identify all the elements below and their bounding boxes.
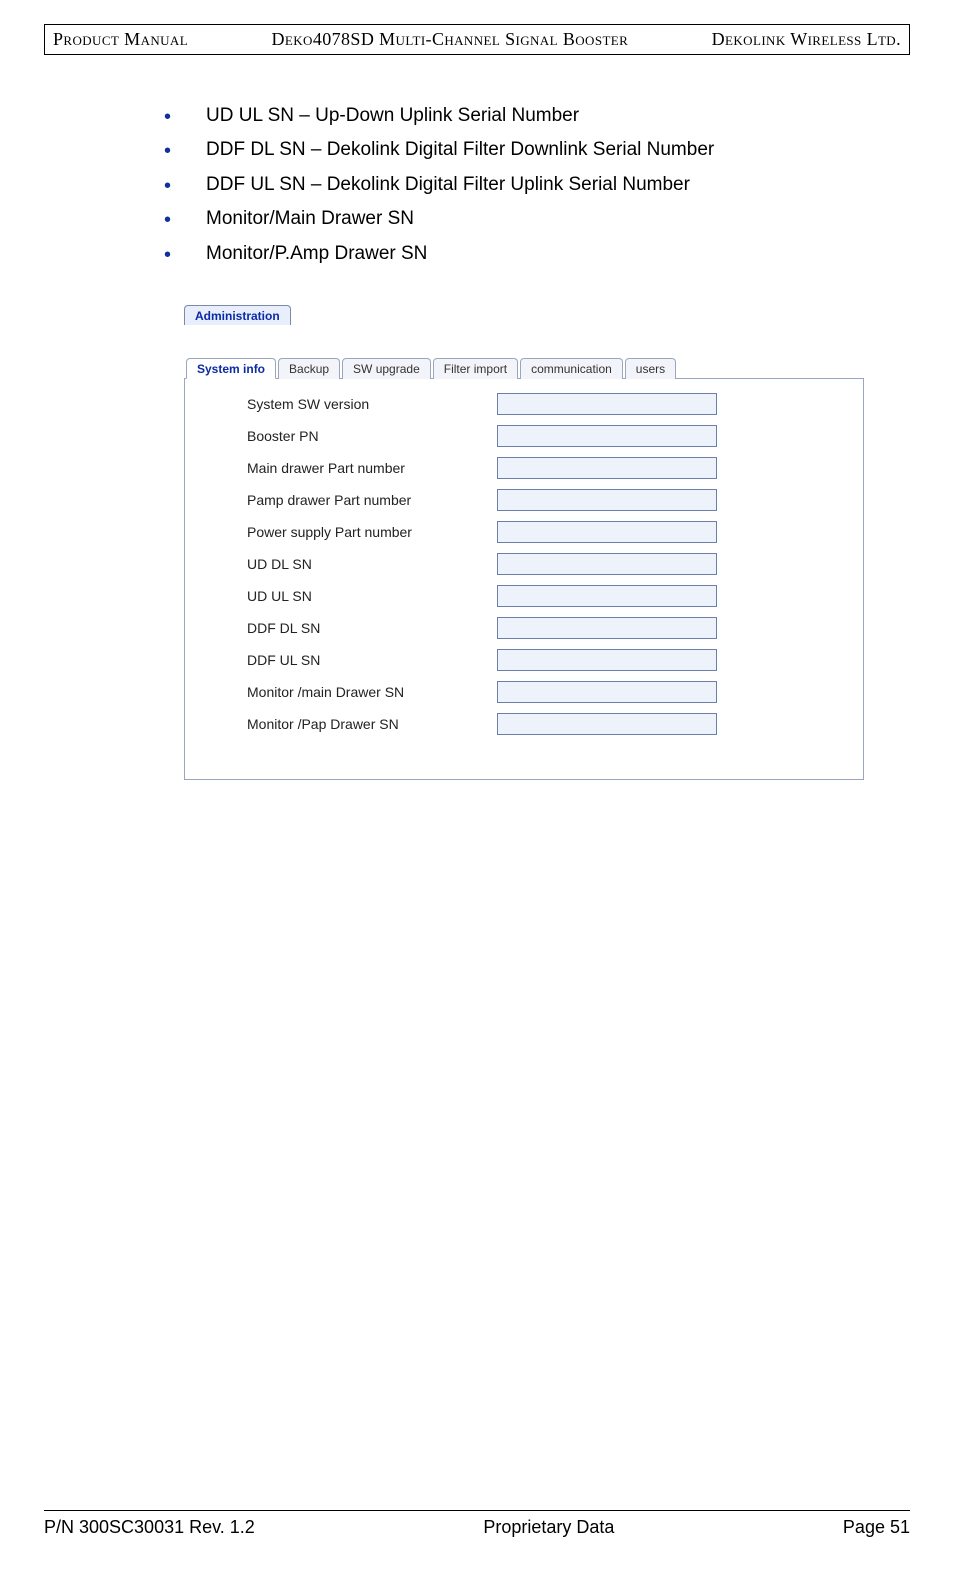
tab-sw-upgrade[interactable]: SW upgrade bbox=[342, 358, 431, 379]
field-label: Main drawer Part number bbox=[247, 460, 497, 476]
tab-filter-import[interactable]: Filter import bbox=[433, 358, 518, 379]
field-label: DDF UL SN bbox=[247, 652, 497, 668]
field-label: Booster PN bbox=[247, 428, 497, 444]
header-left: Product Manual bbox=[53, 29, 188, 50]
field-label: DDF DL SN bbox=[247, 620, 497, 636]
ddf-ul-sn-input[interactable] bbox=[497, 649, 717, 671]
ud-ul-sn-input[interactable] bbox=[497, 585, 717, 607]
footer-right: Page 51 bbox=[843, 1517, 910, 1538]
monitor-pap-drawer-sn-input[interactable] bbox=[497, 713, 717, 735]
header-right: Dekolink Wireless Ltd. bbox=[712, 29, 901, 50]
page: Product Manual Deko4078SD Multi-Channel … bbox=[0, 0, 954, 1576]
field-label: UD UL SN bbox=[247, 588, 497, 604]
field-label: UD DL SN bbox=[247, 556, 497, 572]
footer-rule bbox=[44, 1510, 910, 1511]
booster-pn-input[interactable] bbox=[497, 425, 717, 447]
list-item: UD UL SN – Up-Down Uplink Serial Number bbox=[164, 101, 910, 131]
pamp-drawer-pn-input[interactable] bbox=[497, 489, 717, 511]
power-supply-pn-input[interactable] bbox=[497, 521, 717, 543]
field-label: Power supply Part number bbox=[247, 524, 497, 540]
list-item: DDF DL SN – Dekolink Digital Filter Down… bbox=[164, 135, 910, 165]
header-center: Deko4078SD Multi-Channel Signal Booster bbox=[272, 29, 629, 50]
field-label: Monitor /main Drawer SN bbox=[247, 684, 497, 700]
field-label: Monitor /Pap Drawer SN bbox=[247, 716, 497, 732]
tab-backup[interactable]: Backup bbox=[278, 358, 340, 379]
tab-administration[interactable]: Administration bbox=[184, 305, 291, 325]
embedded-screenshot: Administration System info Backup SW upg… bbox=[184, 305, 864, 780]
subtab-row: System info Backup SW upgrade Filter imp… bbox=[184, 357, 864, 379]
footer-left: P/N 300SC30031 Rev. 1.2 bbox=[44, 1517, 255, 1538]
list-item: DDF UL SN – Dekolink Digital Filter Upli… bbox=[164, 170, 910, 200]
footer-center: Proprietary Data bbox=[483, 1517, 614, 1538]
bullet-list: UD UL SN – Up-Down Uplink Serial Number … bbox=[164, 101, 910, 269]
field-label: System SW version bbox=[247, 396, 497, 412]
page-footer: P/N 300SC30031 Rev. 1.2 Proprietary Data… bbox=[44, 1510, 910, 1538]
list-item: Monitor/Main Drawer SN bbox=[164, 204, 910, 234]
system-sw-version-input[interactable] bbox=[497, 393, 717, 415]
system-info-panel: System SW version Booster PN Main drawer… bbox=[184, 379, 864, 780]
top-tab-row: Administration bbox=[184, 305, 864, 335]
tab-users[interactable]: users bbox=[625, 358, 676, 379]
tab-communication[interactable]: communication bbox=[520, 358, 623, 379]
main-drawer-pn-input[interactable] bbox=[497, 457, 717, 479]
tab-system-info[interactable]: System info bbox=[186, 358, 276, 379]
page-header-box: Product Manual Deko4078SD Multi-Channel … bbox=[44, 24, 910, 55]
field-label: Pamp drawer Part number bbox=[247, 492, 497, 508]
ud-dl-sn-input[interactable] bbox=[497, 553, 717, 575]
monitor-main-drawer-sn-input[interactable] bbox=[497, 681, 717, 703]
ddf-dl-sn-input[interactable] bbox=[497, 617, 717, 639]
list-item: Monitor/P.Amp Drawer SN bbox=[164, 239, 910, 269]
